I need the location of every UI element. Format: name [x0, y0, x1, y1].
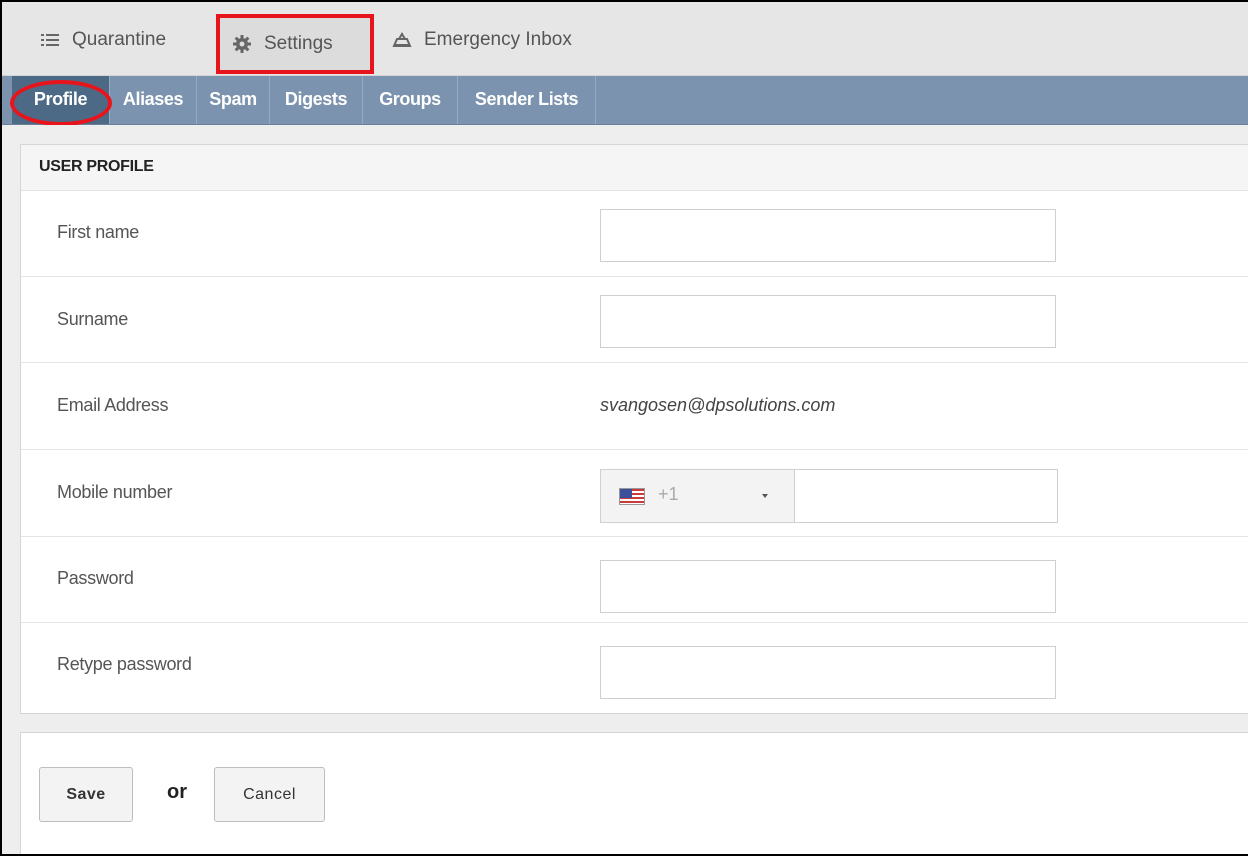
app-frame: Quarantine Settings Emergency Inbox Prof…: [0, 0, 1248, 856]
nav-quarantine-label: Quarantine: [72, 29, 167, 50]
cancel-button[interactable]: Cancel: [214, 767, 325, 822]
list-icon: [40, 30, 60, 50]
row-password: Password: [21, 537, 1248, 623]
nav-emergency-inbox-label: Emergency Inbox: [424, 29, 572, 50]
chevron-down-icon: [762, 494, 768, 498]
surname-input[interactable]: [600, 295, 1056, 348]
tab-profile[interactable]: Profile: [12, 76, 110, 124]
settings-subnav: Profile Aliases Spam Digests Groups Send…: [2, 76, 1248, 125]
mobile-number-input[interactable]: [796, 470, 1056, 522]
tab-spam[interactable]: Spam: [197, 76, 270, 124]
tab-digests[interactable]: Digests: [270, 76, 363, 124]
row-mobile: Mobile number +1: [21, 450, 1248, 537]
first-name-input[interactable]: [600, 209, 1056, 262]
first-name-label: First name: [57, 222, 140, 242]
form-actions: Save or Cancel: [20, 732, 1248, 854]
inbox-icon: [392, 30, 412, 50]
email-label: Email Address: [57, 395, 169, 415]
us-flag-icon: [619, 488, 645, 505]
dial-code: +1: [658, 484, 679, 504]
row-email: Email Address svangosen@dpsolutions.com: [21, 363, 1248, 450]
top-navigation: Quarantine Settings Emergency Inbox: [2, 2, 1248, 76]
or-text: or: [167, 781, 187, 803]
row-surname: Surname: [21, 277, 1248, 363]
password-input[interactable]: [600, 560, 1056, 613]
surname-label: Surname: [57, 309, 128, 329]
nav-settings[interactable]: Settings: [216, 14, 374, 74]
retype-password-label: Retype password: [57, 654, 192, 674]
retype-password-input[interactable]: [600, 646, 1056, 699]
panel-title: USER PROFILE: [21, 145, 1248, 191]
mobile-label: Mobile number: [57, 482, 173, 502]
nav-emergency-inbox[interactable]: Emergency Inbox: [392, 20, 572, 60]
password-label: Password: [57, 568, 134, 588]
row-first-name: First name: [21, 191, 1248, 277]
nav-quarantine[interactable]: Quarantine: [40, 20, 166, 60]
gear-icon: [232, 34, 252, 54]
nav-settings-label: Settings: [264, 33, 333, 54]
mobile-phone-field: +1: [600, 469, 1058, 523]
email-value: svangosen@dpsolutions.com: [600, 395, 836, 415]
tab-sender-lists[interactable]: Sender Lists: [458, 76, 596, 124]
tab-aliases[interactable]: Aliases: [110, 76, 197, 124]
country-code-select[interactable]: +1: [601, 470, 795, 522]
tab-groups[interactable]: Groups: [363, 76, 458, 124]
save-button[interactable]: Save: [39, 767, 133, 822]
row-retype-password: Retype password: [21, 623, 1248, 713]
user-profile-panel: USER PROFILE First name Surname Email Ad…: [20, 144, 1248, 714]
